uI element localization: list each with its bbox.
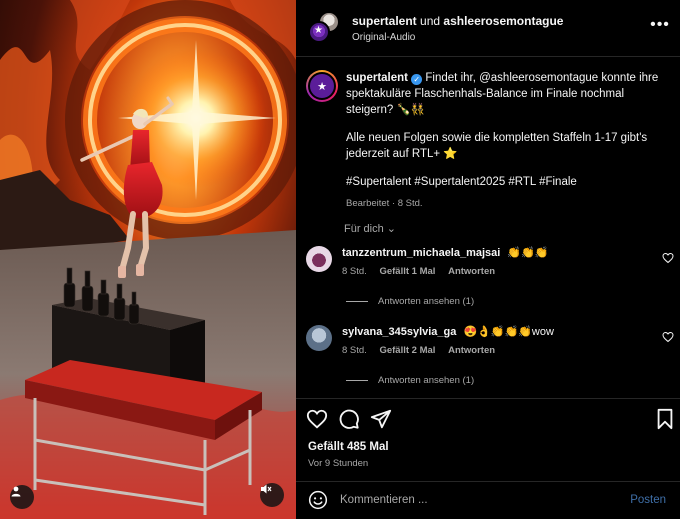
post-time: Vor 9 Stunden [308,458,369,469]
heart-icon[interactable] [306,408,328,430]
user-tag-button[interactable] [10,485,34,509]
bookmark-icon[interactable] [654,408,676,430]
comment-input[interactable] [340,494,631,506]
heart-icon[interactable] [662,252,674,264]
account-avatars[interactable]: ★ [308,11,342,45]
caption-edited-meta: Bearbeitet · 8 Std. [346,198,423,209]
account-name-link[interactable]: supertalent [352,14,417,28]
comment-text: 👏👏👏 [507,247,549,259]
star-logo-icon: ★ [317,80,327,93]
replies-divider [346,380,368,381]
user-icon [11,486,21,497]
comment-time: 8 Std. [342,266,367,277]
view-replies-button[interactable]: Antworten ansehen (1) [346,296,474,307]
post-actions [296,400,680,436]
account-avatar[interactable]: ★ [308,21,330,43]
authors-joiner: und [420,13,441,28]
mute-button[interactable] [260,483,284,507]
comment-sort-dropdown[interactable]: Für dich ⌄ [344,222,396,235]
post-authors: supertalent und ashleerosemontague [352,14,563,28]
caption-text-2: Alle neuen Folgen sowie die kompletten S… [346,132,648,160]
comment-likes[interactable]: Gefällt 2 Mal [379,345,435,356]
replies-divider [346,301,368,302]
post-header: ★ supertalent und ashleerosemontague Ori… [296,0,680,56]
post-comment-button[interactable]: Posten [630,494,666,506]
view-replies-label: Antworten ansehen (1) [378,375,475,386]
commenter-avatar[interactable] [306,246,332,272]
view-replies-label: Antworten ansehen (1) [378,296,475,307]
speaker-muted-icon [261,484,272,494]
video-frame [0,0,296,519]
caption-username[interactable]: supertalent [346,72,408,84]
smiley-icon[interactable] [308,490,328,510]
caption-avatar[interactable]: ★ [306,70,338,102]
reply-button[interactable]: Antworten [448,266,495,277]
post-caption: ★ supertalent ✓ Findet ihr, @ashleerosem… [306,70,670,212]
caption-hashtags[interactable]: #Supertalent #Supertalent2025 #RTL #Fina… [346,174,670,190]
comment-time: 8 Std. [342,345,367,356]
verified-badge-icon: ✓ [411,74,423,85]
comment-bar: Posten [296,481,680,519]
actions-divider [296,398,680,399]
paper-plane-icon[interactable] [370,408,392,430]
commenter-username[interactable]: sylvana_345sylvia_ga [342,326,456,338]
commenter-avatar[interactable] [306,325,332,351]
view-replies-button[interactable]: Antworten ansehen (1) [346,375,474,386]
comment-bubble-icon[interactable] [338,408,360,430]
header-divider [296,56,680,57]
audio-link[interactable]: Original-Audio [352,32,563,43]
post-media[interactable] [0,0,296,519]
commenter-username[interactable]: tanzzentrum_michaela_majsai [342,247,500,259]
heart-icon[interactable] [662,331,674,343]
comment-text: 😍👌👏👏👏wow [463,326,554,338]
like-count[interactable]: Gefällt 485 Mal [308,441,389,453]
more-options-button[interactable]: ••• [650,17,670,38]
reply-button[interactable]: Antworten [448,345,495,356]
star-logo-icon: ★ [314,25,323,36]
post-sidebar: ★ supertalent und ashleerosemontague Ori… [296,0,680,519]
collaborator-name-link[interactable]: ashleerosemontague [443,14,563,28]
comment-likes[interactable]: Gefällt 1 Mal [379,266,435,277]
